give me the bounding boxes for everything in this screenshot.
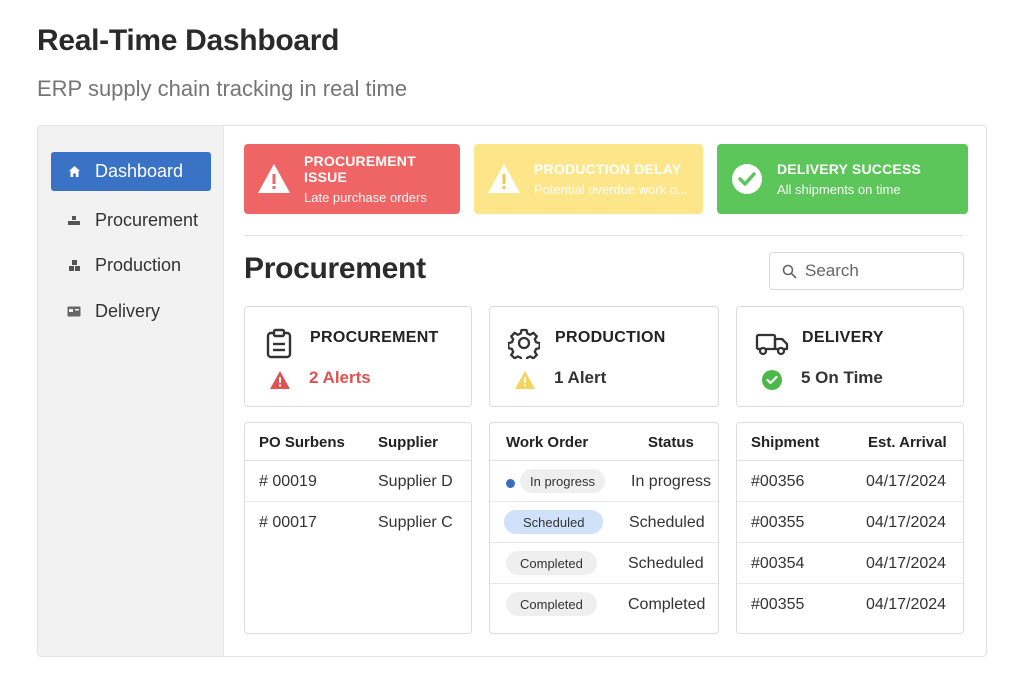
main-content: PROCUREMENT ISSUE Late purchase orders P… xyxy=(224,126,986,656)
table-header: Shipment Est. Arrival xyxy=(737,423,963,461)
arrival-cell: 04/17/2024 xyxy=(866,514,947,531)
warning-icon xyxy=(258,164,290,193)
search-icon xyxy=(782,264,797,278)
search-box[interactable] xyxy=(769,252,964,290)
summary-title: PROCUREMENT xyxy=(310,329,439,346)
work-order-pill: In progress xyxy=(520,469,606,493)
summary-stat: 1 Alert xyxy=(554,368,607,387)
truck-icon xyxy=(755,333,789,356)
alert-title: PRODUCTION DELAY xyxy=(534,161,682,177)
app-window: Dashboard Procurement Production Deliver… xyxy=(37,125,987,657)
column-header: Work Order xyxy=(506,434,589,451)
status-cell: Scheduled xyxy=(629,514,705,531)
sidebar-item-delivery[interactable]: Delivery xyxy=(51,292,211,331)
table-row[interactable]: # 00019 Supplier D xyxy=(245,461,471,502)
po-number-link[interactable]: # 00017 xyxy=(259,514,317,532)
gear-icon xyxy=(508,328,540,359)
summary-stat: 5 On Time xyxy=(801,368,883,387)
table-row[interactable]: Completed Scheduled xyxy=(490,543,718,584)
boxes-icon xyxy=(67,214,81,228)
summary-title: DELIVERY xyxy=(802,329,884,346)
alert-production-delay[interactable]: PRODUCTION DELAY Potential overdue work … xyxy=(474,144,703,214)
procurement-table: PO Surbens Supplier # 00019 Supplier D #… xyxy=(244,422,472,634)
sidebar-item-label: Delivery xyxy=(95,301,161,321)
status-cell: In progress xyxy=(631,473,712,490)
warning-icon xyxy=(270,371,290,389)
alert-title: PROCUREMENT ISSUE xyxy=(304,153,416,185)
sidebar-item-label: Dashboard xyxy=(95,161,184,181)
arrival-cell: 04/17/2024 xyxy=(866,473,947,490)
summary-card-delivery[interactable]: DELIVERY 5 On Time xyxy=(736,306,964,407)
sidebar-item-production[interactable]: Production xyxy=(51,246,211,285)
table-row[interactable]: # 00017 Supplier C xyxy=(245,502,471,543)
alert-subtitle: Late purchase orders xyxy=(304,190,427,205)
search-input[interactable] xyxy=(805,261,945,281)
table-row[interactable]: #00355 04/17/2024 xyxy=(737,502,963,543)
summary-card-procurement[interactable]: PROCUREMENT 2 Alerts xyxy=(244,306,472,407)
shipment-cell: #00356 xyxy=(751,473,805,490)
table-row[interactable]: #00356 04/17/2024 xyxy=(737,461,963,502)
status-dot xyxy=(506,479,515,488)
table-header: PO Surbens Supplier xyxy=(245,423,471,461)
page-title: Real-Time Dashboard xyxy=(37,24,340,57)
po-number-link[interactable]: # 00019 xyxy=(259,473,317,491)
alert-subtitle: All shipments on time xyxy=(777,182,901,197)
table-row[interactable]: #00354 04/17/2024 xyxy=(737,543,963,584)
status-cell: Scheduled xyxy=(628,555,704,572)
table-header: Work Order Status xyxy=(490,423,718,461)
work-order-pill: Scheduled xyxy=(504,510,604,534)
alert-procurement-issue[interactable]: PROCUREMENT ISSUE Late purchase orders xyxy=(244,144,460,214)
warning-icon xyxy=(488,164,520,193)
sidebar: Dashboard Procurement Production Deliver… xyxy=(38,126,224,656)
column-header: Supplier xyxy=(378,434,439,451)
check-circle-icon xyxy=(762,370,782,390)
arrival-cell: 04/17/2024 xyxy=(866,596,947,613)
column-header: Est. Arrival xyxy=(868,434,947,451)
column-header: PO Surbens xyxy=(259,434,345,451)
delivery-table: Shipment Est. Arrival #00356 04/17/2024 … xyxy=(736,422,964,634)
alert-subtitle: Potential overdue work o... xyxy=(534,182,688,197)
shipment-cell: #00354 xyxy=(751,555,805,572)
check-circle-icon xyxy=(732,164,762,194)
page-subtitle: ERP supply chain tracking in real time xyxy=(37,76,408,101)
work-order-pill: Completed xyxy=(506,592,597,616)
sidebar-item-label: Procurement xyxy=(95,210,199,230)
clipboard-icon xyxy=(266,328,292,359)
table-row[interactable]: Completed Completed xyxy=(490,584,718,625)
blocks-icon xyxy=(67,259,81,273)
summary-stat: 2 Alerts xyxy=(309,368,371,387)
arrival-cell: 04/17/2024 xyxy=(866,555,947,572)
sidebar-item-label: Production xyxy=(95,255,182,275)
column-header: Shipment xyxy=(751,434,820,451)
shipment-cell: #00355 xyxy=(751,514,805,531)
summary-title: PRODUCTION xyxy=(555,329,666,346)
table-row[interactable]: Scheduled Scheduled xyxy=(490,502,718,543)
production-table: Work Order Status In progress In progres… xyxy=(489,422,719,634)
shipment-cell: #00355 xyxy=(751,596,805,613)
supplier-cell: Supplier C xyxy=(378,514,453,531)
warning-icon xyxy=(515,371,535,389)
status-cell: Completed xyxy=(628,596,706,613)
alert-delivery-success[interactable]: DELIVERY SUCCESS All shipments on time xyxy=(717,144,968,214)
sidebar-item-dashboard[interactable]: Dashboard xyxy=(51,152,211,191)
sidebar-item-procurement[interactable]: Procurement xyxy=(51,201,211,240)
table-row[interactable]: #00355 04/17/2024 xyxy=(737,584,963,625)
home-icon xyxy=(67,165,81,179)
table-row[interactable]: In progress In progress xyxy=(490,461,718,502)
alert-title: DELIVERY SUCCESS xyxy=(777,161,922,177)
supplier-cell: Supplier D xyxy=(378,473,453,490)
work-order-pill: Completed xyxy=(506,551,597,575)
summary-card-production[interactable]: PRODUCTION 1 Alert xyxy=(489,306,719,407)
divider xyxy=(244,235,963,236)
section-title: Procurement xyxy=(244,252,426,285)
column-header: Status xyxy=(648,434,694,451)
card-icon xyxy=(67,305,81,319)
